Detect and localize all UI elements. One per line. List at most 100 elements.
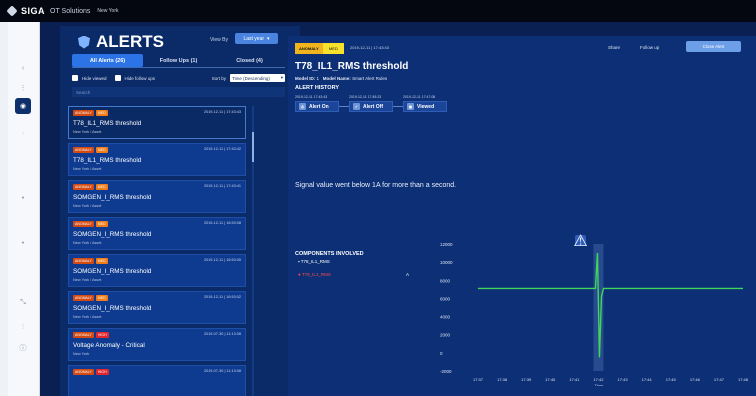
model-id: 1 bbox=[316, 76, 320, 81]
history-label: Viewed bbox=[417, 103, 435, 110]
component-item[interactable]: ▪ T78_IL1_RMS bbox=[298, 259, 330, 264]
alert-tabs: All Alerts (26) Follow Ups (1) Closed (4… bbox=[72, 54, 285, 67]
tab-all-alerts[interactable]: All Alerts (26) bbox=[72, 54, 143, 67]
tab-closed[interactable]: Closed (4) bbox=[214, 54, 285, 67]
severity-badge: HIGH bbox=[95, 369, 109, 375]
x-tick-label: 17:40 bbox=[545, 377, 556, 382]
x-tick-label: 17:43 bbox=[618, 377, 629, 382]
severity-badge: MED bbox=[95, 258, 108, 264]
nav-chevron-icon[interactable]: ‹ bbox=[15, 60, 31, 76]
nav-alerts-icon[interactable]: ◉ bbox=[15, 98, 31, 114]
detail-title: T78_IL1_RMS threshold bbox=[295, 61, 409, 72]
list-scrollbar[interactable] bbox=[252, 106, 254, 396]
nav-hierarchy-icon[interactable]: ⫶ bbox=[15, 320, 31, 336]
alert-location: New York / Asset bbox=[73, 278, 102, 282]
sort-select[interactable]: Time (Descending) ▾ bbox=[230, 74, 285, 82]
hide-viewed-checkbox[interactable] bbox=[72, 75, 78, 81]
nav-info-icon[interactable]: ⓘ bbox=[15, 340, 31, 356]
alert-title: T78_IL1_RMS threshold bbox=[73, 120, 142, 127]
x-axis-label: Time bbox=[594, 383, 604, 386]
nav-dot-icon[interactable]: • bbox=[15, 190, 31, 206]
follow-up-link[interactable]: Follow up bbox=[640, 45, 659, 50]
signal-chart: 12000 10000 8000 6000 4000 2000 0 -2000 17:37 17:… bbox=[440, 242, 749, 386]
model-id-label: Model ID: bbox=[295, 76, 316, 81]
alert-time: 2019-12-11 | 16:53:05 bbox=[203, 258, 241, 262]
model-name-label: Model Name: bbox=[322, 76, 351, 81]
alert-time: 2019-12-11 | 17:43:42 bbox=[203, 147, 241, 151]
history-step: 2019-12-11 17:45:23 ✓ Alert Off bbox=[349, 95, 393, 112]
alert-card[interactable]: ANOMALY MED 2019-12-11 | 16:53:02 SOMGEN_… bbox=[68, 291, 246, 324]
anomaly-badge: ANOMALY bbox=[73, 258, 94, 264]
chevron-down-icon: ▾ bbox=[267, 35, 270, 42]
alert-title: Voltage Anomaly - Critical bbox=[73, 342, 145, 349]
component-name: T78_IL1_RMS bbox=[300, 259, 330, 264]
alert-message: Signal value went below 1A for more than… bbox=[295, 182, 457, 189]
x-tick-label: 17:44 bbox=[642, 377, 653, 382]
alert-time: 2019-12-11 | 17:43:41 bbox=[203, 184, 241, 188]
sort-by-label: Sort by bbox=[211, 75, 226, 81]
alert-location: New York / Asset bbox=[73, 130, 102, 134]
alert-card[interactable]: ANOMALY MED 2019-12-11 | 17:43:43 T78_IL1… bbox=[68, 106, 246, 139]
components-title: COMPONENTS INVOLVED bbox=[295, 251, 364, 257]
anomaly-badge: ANOMALY bbox=[73, 369, 94, 375]
nav-list-icon[interactable]: · bbox=[15, 125, 31, 141]
alert-title: SOMGEN_I_RMS threshold bbox=[73, 194, 152, 201]
view-by-value: Last year bbox=[243, 35, 265, 42]
anomaly-badge: ANOMALY bbox=[73, 332, 94, 338]
severity-badge: MED bbox=[95, 184, 108, 190]
anomaly-badge: ANOMALY bbox=[73, 184, 94, 190]
alert-card[interactable]: ANOMALY MED 2019-12-11 | 16:53:08 SOMGEN_… bbox=[68, 217, 246, 250]
alert-time: 2019-07-30 | 11:13:08 bbox=[203, 332, 241, 336]
x-tick-label: 17:41 bbox=[569, 377, 580, 382]
search-input[interactable]: Search bbox=[72, 87, 285, 97]
warning-icon[interactable]: ⚠ bbox=[573, 233, 587, 250]
history-time: 2019-12-11 17:43:43 bbox=[295, 95, 328, 99]
x-tick-label: 17:45 bbox=[666, 377, 677, 382]
severity-badge: MED bbox=[95, 147, 108, 153]
y-tick-label: 8000 bbox=[440, 278, 451, 283]
alert-location: New York bbox=[73, 352, 90, 356]
alert-card[interactable]: ANOMALY MED 2019-12-11 | 16:53:05 SOMGEN_… bbox=[68, 254, 246, 287]
alert-time: 2019-12-11 | 17:43:43 bbox=[203, 110, 241, 114]
alert-location: New York / Asset bbox=[73, 204, 102, 208]
detail-badges: ANOMALY MED bbox=[295, 43, 344, 54]
alert-card[interactable]: ANOMALY MED 2019-12-11 | 17:43:42 T78_IL1… bbox=[68, 143, 246, 176]
alert-history-title: ALERT HISTORY bbox=[295, 85, 340, 91]
y-tick-label: 6000 bbox=[440, 296, 451, 301]
alert-title: SOMGEN_I_RMS threshold bbox=[73, 268, 152, 275]
alerts-heading: ALERTS bbox=[78, 32, 164, 52]
model-name: Smart Alert Rules bbox=[352, 76, 388, 81]
y-tick-label: 2000 bbox=[440, 333, 451, 338]
y-tick-label: 10000 bbox=[440, 260, 453, 265]
nav-grid-icon[interactable]: ⋮ bbox=[15, 80, 31, 96]
component-item-selected[interactable]: ● T78_IL1_RMS bbox=[298, 272, 331, 277]
alert-card[interactable]: ANOMALY HIGH 2019-07-30 | 11:13:08 Voltag… bbox=[68, 328, 246, 361]
alert-card[interactable]: ANOMALY HIGH 2019-07-30 | 11:13:08 bbox=[68, 365, 246, 396]
alerts-title: ALERTS bbox=[96, 32, 164, 51]
series-line bbox=[478, 253, 743, 358]
sort-value: Time (Descending) bbox=[232, 75, 270, 81]
hide-follow-ups-checkbox[interactable] bbox=[114, 75, 121, 81]
filter-row: Hide viewed Hide follow ups Sort by Time… bbox=[72, 74, 285, 82]
y-tick-label: 0 bbox=[440, 351, 443, 356]
alert-time: 2019-12-11 | 16:53:02 bbox=[203, 295, 241, 299]
alert-card[interactable]: ANOMALY MED 2019-12-11 | 17:43:41 SOMGEN_… bbox=[68, 180, 246, 213]
tab-follow-ups[interactable]: Follow Ups (1) bbox=[143, 54, 214, 67]
close-alert-button[interactable]: Close Alert bbox=[686, 41, 741, 52]
x-tick-label: 17:46 bbox=[690, 377, 701, 382]
step-connector bbox=[393, 106, 403, 107]
nav-dot2-icon[interactable]: • bbox=[15, 235, 31, 251]
nav-expand-icon[interactable]: ⤡ bbox=[15, 295, 31, 311]
x-tick-label: 17:48 bbox=[738, 377, 749, 382]
history-time: 2019-12-11 17:45:23 bbox=[349, 95, 382, 99]
scrollbar-thumb[interactable] bbox=[252, 132, 254, 162]
share-link[interactable]: Share bbox=[608, 45, 620, 50]
chevron-down-icon: ▾ bbox=[280, 75, 283, 80]
severity-badge: MED bbox=[95, 295, 108, 301]
severity-badge: HIGH bbox=[95, 332, 109, 338]
view-by-select[interactable]: Last year ▾ bbox=[235, 33, 278, 44]
siga-logo-icon bbox=[6, 5, 18, 17]
anomaly-badge: ANOMALY bbox=[73, 110, 94, 116]
alert-time: 2019-07-30 | 11:13:08 bbox=[203, 369, 241, 373]
main-area: ALERTS View By Last year ▾ All Alerts (2… bbox=[40, 22, 756, 396]
